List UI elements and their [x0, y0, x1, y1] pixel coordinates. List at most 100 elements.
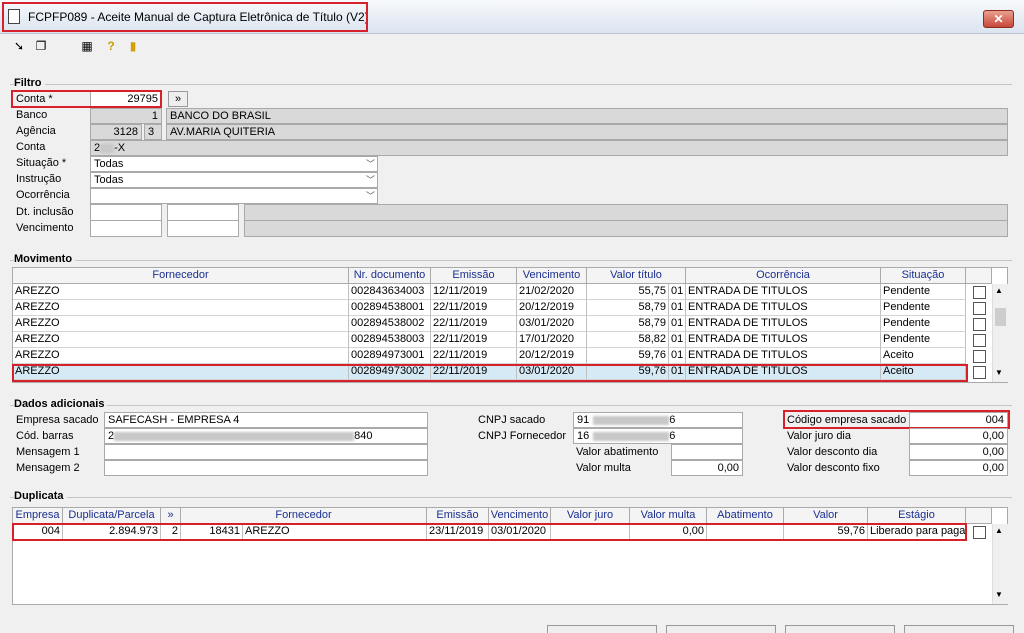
- calculator-icon[interactable]: ▦: [80, 39, 94, 53]
- table-cell: 01: [669, 284, 686, 300]
- table-cell: AREZZO: [13, 284, 349, 300]
- dup-col-vencimento[interactable]: Vencimento: [489, 508, 551, 524]
- col-situacao[interactable]: Situação: [881, 268, 966, 284]
- conta-input[interactable]: 29795: [90, 91, 162, 107]
- row-checkbox[interactable]: [973, 286, 986, 299]
- scroll-up-icon[interactable]: ▲: [995, 286, 1003, 295]
- movimento-scrollbar[interactable]: ▲ ▼: [992, 284, 1008, 382]
- dt-inclusao-from[interactable]: [90, 204, 162, 221]
- table-cell: 01: [669, 316, 686, 332]
- col-vencimento[interactable]: Vencimento: [517, 268, 587, 284]
- agencia-name: AV.MARIA QUITERIA: [166, 124, 1008, 140]
- conta-search-button[interactable]: »: [168, 91, 188, 107]
- bottom-button-2[interactable]: [666, 625, 776, 633]
- table-cell: 01: [669, 364, 686, 380]
- row-checkbox[interactable]: [973, 334, 986, 347]
- instrucao-select[interactable]: Todas ﹀: [90, 172, 378, 188]
- arrow-icon[interactable]: ➘: [12, 39, 26, 53]
- col-ocorrencia[interactable]: Ocorrência: [686, 268, 881, 284]
- row-checkbox[interactable]: [973, 366, 986, 379]
- cod-barras-field[interactable]: 2 840: [104, 428, 428, 444]
- dt-inclusao-info: [244, 204, 1008, 221]
- table-cell: Aceito: [881, 348, 966, 364]
- dup-col-estagio[interactable]: Estágio: [868, 508, 966, 524]
- ocorrencia-select[interactable]: ﹀: [90, 188, 378, 204]
- table-cell: 01: [669, 348, 686, 364]
- empresa-sacado-field[interactable]: SAFECASH - EMPRESA 4: [104, 412, 428, 428]
- bottom-button-3[interactable]: [785, 625, 895, 633]
- help-icon[interactable]: ?: [104, 39, 118, 53]
- row-checkbox[interactable]: [973, 302, 986, 315]
- vencimento-from[interactable]: [90, 220, 162, 237]
- cnpj-fornecedor-field[interactable]: 16 6: [573, 428, 743, 444]
- table-cell: 12/11/2019: [431, 284, 517, 300]
- col-valor-titulo[interactable]: Valor título: [587, 268, 686, 284]
- table-cell: 58,79: [587, 316, 669, 332]
- mensagem1-field[interactable]: [104, 444, 428, 460]
- duplicata-scrollbar[interactable]: ▲ ▼: [992, 524, 1008, 604]
- table-cell: 002894538001: [349, 300, 431, 316]
- dup-col-valor-multa[interactable]: Valor multa: [630, 508, 707, 524]
- table-cell: 59,76: [587, 364, 669, 380]
- table-cell: Pendente: [881, 332, 966, 348]
- col-nr-documento[interactable]: Nr. documento: [349, 268, 431, 284]
- ocorrencia-label: Ocorrência: [16, 189, 70, 201]
- table-cell: 22/11/2019: [431, 364, 517, 380]
- dup-col-valor-juro[interactable]: Valor juro: [551, 508, 630, 524]
- table-cell: 03/01/2020: [517, 316, 587, 332]
- scroll-down-icon[interactable]: ▼: [995, 368, 1003, 377]
- bottom-button-1[interactable]: [547, 625, 657, 633]
- dup-valor: 59,76: [784, 524, 868, 540]
- valor-juro-dia-field[interactable]: 0,00: [909, 428, 1008, 444]
- row-checkbox[interactable]: [973, 318, 986, 331]
- scroll-down-icon[interactable]: ▼: [995, 590, 1003, 599]
- valor-desconto-dia-field[interactable]: 0,00: [909, 444, 1008, 460]
- filtro-title: Filtro: [14, 77, 45, 89]
- codigo-empresa-field[interactable]: 004: [909, 412, 1008, 428]
- dup-duplicata: 2.894.973: [63, 524, 161, 540]
- situacao-select[interactable]: Todas ﹀: [90, 156, 378, 172]
- row-checkbox[interactable]: [973, 350, 986, 363]
- close-button[interactable]: ✕: [983, 10, 1014, 28]
- codigo-empresa-label: Código empresa sacado: [787, 414, 907, 426]
- mensagem2-field[interactable]: [104, 460, 428, 476]
- cnpj-sacado-field[interactable]: 91 6: [573, 412, 743, 428]
- valor-desconto-dia-label: Valor desconto dia: [787, 446, 878, 458]
- table-cell: Pendente: [881, 300, 966, 316]
- dup-col-abatimento[interactable]: Abatimento: [707, 508, 784, 524]
- agencia-label: Agência: [16, 125, 56, 137]
- dup-col-empresa[interactable]: Empresa: [13, 508, 63, 524]
- dup-col-valor[interactable]: Valor: [784, 508, 868, 524]
- table-cell: 21/02/2020: [517, 284, 587, 300]
- scroll-up-icon[interactable]: ▲: [995, 526, 1003, 535]
- table-cell: 55,75: [587, 284, 669, 300]
- exit-icon[interactable]: ▮: [126, 39, 140, 53]
- dup-col-emissao[interactable]: Emissão: [427, 508, 489, 524]
- table-cell: AREZZO: [13, 364, 349, 380]
- dup-col-arrow[interactable]: »: [161, 508, 181, 524]
- document-icon: [8, 9, 20, 24]
- valor-abatimento-field[interactable]: [671, 444, 743, 460]
- dt-inclusao-to[interactable]: [167, 204, 239, 221]
- vencimento-to[interactable]: [167, 220, 239, 237]
- cod-barras-label: Cód. barras: [16, 430, 74, 442]
- dup-fornecedor-name: AREZZO: [243, 524, 427, 540]
- valor-desconto-fixo-field[interactable]: 0,00: [909, 460, 1008, 476]
- table-cell: 002894973002: [349, 364, 431, 380]
- valor-desconto-fixo-label: Valor desconto fixo: [787, 462, 880, 474]
- dup-abatimento: [707, 524, 784, 540]
- table-cell: Aceito: [881, 364, 966, 380]
- scroll-thumb[interactable]: [995, 308, 1006, 326]
- dup-col-fornecedor[interactable]: Fornecedor: [181, 508, 427, 524]
- col-fornecedor[interactable]: Fornecedor: [13, 268, 349, 284]
- copy-icon[interactable]: ❐: [34, 39, 48, 53]
- table-cell: 002894538002: [349, 316, 431, 332]
- col-emissao[interactable]: Emissão: [431, 268, 517, 284]
- banco-name: BANCO DO BRASIL: [166, 108, 1008, 124]
- duplicata-title: Duplicata: [14, 490, 67, 502]
- dup-checkbox[interactable]: [973, 526, 986, 539]
- dup-col-duplicata[interactable]: Duplicata/Parcela: [63, 508, 161, 524]
- banco-label: Banco: [16, 109, 48, 121]
- valor-multa-field[interactable]: 0,00: [671, 460, 743, 476]
- bottom-button-4[interactable]: [904, 625, 1014, 633]
